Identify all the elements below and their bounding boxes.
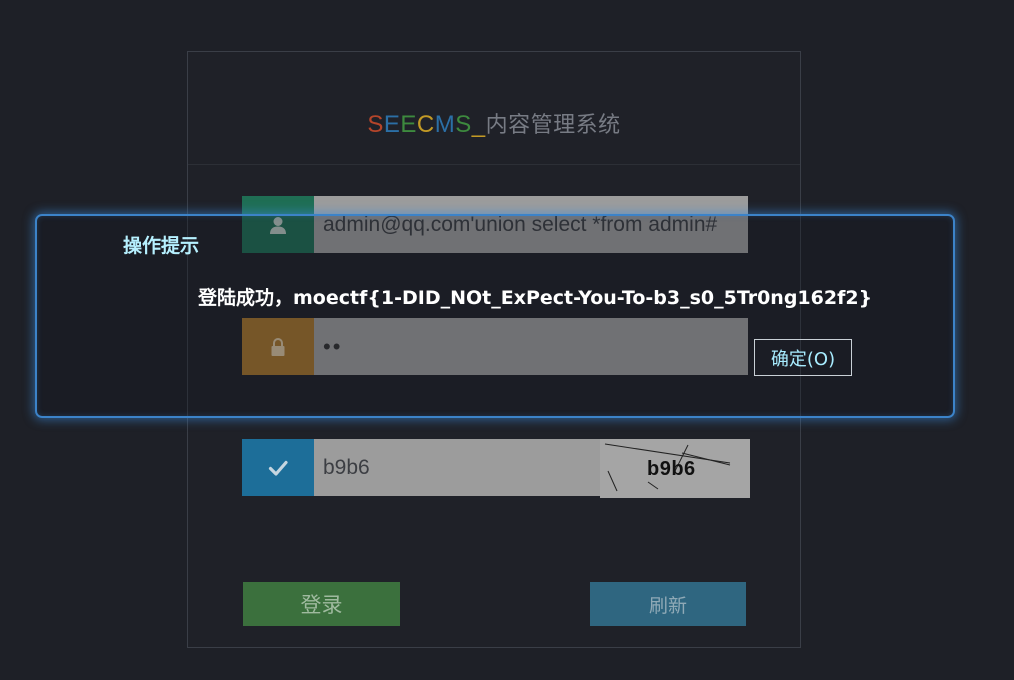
refresh-button[interactable]: 刷新: [590, 582, 746, 626]
check-icon: [242, 439, 314, 496]
logo-letter: E: [400, 111, 417, 138]
dialog-title: 操作提示: [123, 235, 200, 257]
logo-letter: C: [416, 111, 435, 138]
logo-letter: E: [383, 111, 401, 138]
alert-dialog: 操作提示 登陆成功，moectf{1-DID_NOt_ExPect-You-To…: [35, 214, 955, 418]
captcha-text: b9b6: [647, 458, 696, 480]
ok-button[interactable]: 确定(O): [754, 339, 852, 376]
logo-letter: M: [434, 111, 456, 138]
logo-letter: S: [455, 111, 472, 138]
captcha-image[interactable]: b9b6: [600, 439, 750, 498]
logo-suffix: 内容管理系统: [485, 113, 621, 138]
dialog-message: 登陆成功，moectf{1-DID_NOt_ExPect-You-To-b3_s…: [198, 287, 873, 309]
login-button[interactable]: 登录: [243, 582, 400, 626]
site-logo: SEECMS_内容管理系统: [188, 107, 800, 139]
logo-letter: S: [367, 111, 384, 138]
logo-letter: _: [471, 111, 486, 138]
panel-divider: [188, 164, 800, 165]
